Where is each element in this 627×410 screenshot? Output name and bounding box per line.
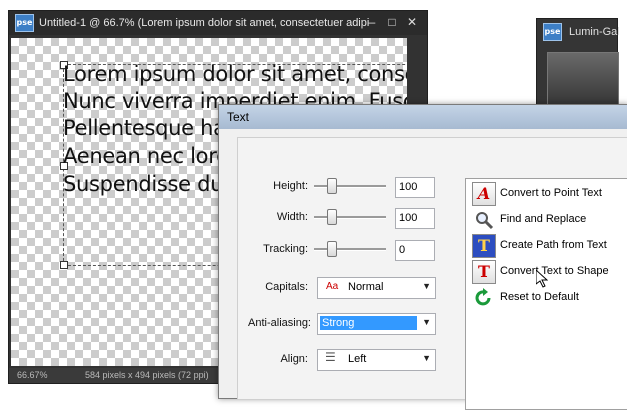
height-field[interactable]: 100: [395, 177, 435, 198]
canvas-text-line: Aenean nec lore: [63, 144, 229, 168]
anti-aliasing-label: Anti-aliasing:: [248, 317, 311, 329]
chevron-down-icon: ▼: [422, 353, 431, 363]
document-size-info: 584 pixels x 494 pixels (72 ppi): [85, 370, 209, 380]
canvas-text-line: Pellentesque ha: [63, 116, 226, 140]
list-item-reset-to-default[interactable]: Reset to Default: [472, 286, 627, 310]
transform-handle[interactable]: [60, 261, 68, 269]
text-dialog: Text Height: 100 Width: 100 Tracking: 0 …: [218, 104, 627, 410]
pse-app-icon: pse: [15, 14, 34, 32]
height-label: Height:: [273, 180, 308, 192]
document-titlebar[interactable]: pse Untitled-1 @ 66.7% (Lorem ipsum dolo…: [9, 11, 427, 35]
anti-aliasing-dropdown[interactable]: Strong ▼: [317, 313, 436, 335]
pse-app-icon: pse: [543, 23, 562, 41]
close-icon[interactable]: ✕: [405, 15, 419, 29]
width-slider-track[interactable]: [314, 216, 386, 219]
dialog-body: Height: 100 Width: 100 Tracking: 0 Capit…: [237, 137, 627, 410]
dialog-titlebar[interactable]: Text: [219, 105, 627, 129]
canvas-text-line: Lorem ipsum dolor sit amet, conse: [63, 62, 407, 86]
list-item-label: Reset to Default: [500, 291, 579, 303]
maximize-icon[interactable]: □: [385, 15, 399, 29]
list-item-label: Find and Replace: [500, 213, 587, 225]
align-left-icon: ☰: [325, 350, 336, 364]
canvas-text-line: Suspendisse du: [63, 172, 224, 196]
minimize-icon[interactable]: –: [365, 15, 379, 29]
capitals-value: Normal: [348, 281, 384, 293]
capitals-label: Capitals:: [265, 281, 308, 293]
list-item-convert-text-to-shape[interactable]: T Convert Text to Shape: [472, 260, 627, 284]
align-label: Align:: [280, 353, 308, 365]
tracking-label: Tracking:: [263, 243, 308, 255]
anti-aliasing-value: Strong: [320, 316, 417, 330]
height-slider-thumb[interactable]: [327, 178, 337, 194]
document-title: Untitled-1 @ 66.7% (Lorem ipsum dolor si…: [39, 17, 369, 29]
list-item-find-and-replace[interactable]: Find and Replace: [472, 208, 627, 232]
list-item-label: Convert Text to Shape: [500, 265, 609, 277]
list-item-convert-to-point-text[interactable]: A Convert to Point Text: [472, 182, 627, 206]
reset-icon: [472, 286, 496, 310]
lumin-window-title: Lumin-Gal: [569, 26, 620, 38]
list-item-label: Create Path from Text: [500, 239, 607, 251]
mouse-cursor-icon: [536, 270, 548, 288]
point-text-icon: A: [472, 182, 496, 206]
list-item-create-path-from-text[interactable]: T Create Path from Text: [472, 234, 627, 258]
text-path-icon: T: [472, 234, 496, 258]
zoom-level[interactable]: 66.67%: [17, 370, 48, 380]
width-field[interactable]: 100: [395, 208, 435, 229]
text-path-glyph: T: [478, 236, 490, 255]
text-actions-list: A Convert to Point Text Find and Replace…: [465, 178, 627, 410]
height-slider-track[interactable]: [314, 185, 386, 188]
text-shape-icon: T: [472, 260, 496, 284]
capitals-aa-icon: Aa: [326, 281, 339, 292]
chevron-down-icon: ▼: [422, 317, 431, 327]
capitals-dropdown[interactable]: Aa Normal ▼: [317, 277, 436, 299]
tracking-field[interactable]: 0: [395, 240, 435, 261]
tracking-slider-track[interactable]: [314, 248, 386, 251]
dialog-title: Text: [227, 110, 250, 124]
align-value: Left: [348, 353, 367, 365]
list-item-label: Convert to Point Text: [500, 187, 602, 199]
magnifier-icon: [472, 208, 496, 232]
chevron-down-icon: ▼: [422, 281, 431, 291]
align-dropdown[interactable]: ☰ Left ▼: [317, 349, 436, 371]
tracking-slider-thumb[interactable]: [327, 241, 337, 257]
width-slider-thumb[interactable]: [327, 209, 337, 225]
width-label: Width:: [276, 211, 308, 223]
